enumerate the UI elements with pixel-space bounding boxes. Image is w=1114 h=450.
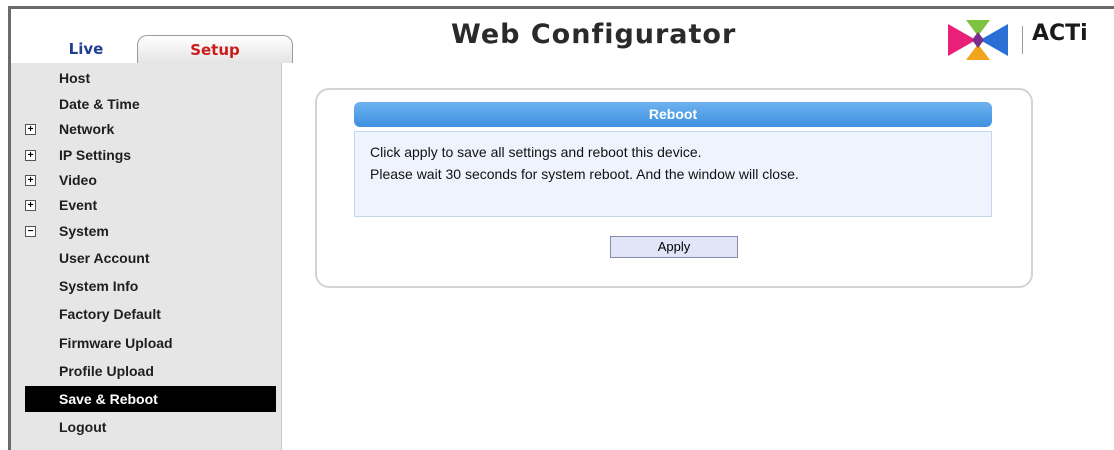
sidebar-item-label: Profile Upload	[59, 363, 154, 379]
sidebar-item-firmware-upload[interactable]: Firmware Upload	[25, 330, 276, 356]
sidebar-item-network[interactable]: + Network	[25, 116, 276, 142]
sidebar-item-factory-default[interactable]: Factory Default	[25, 301, 276, 327]
expand-plus-icon[interactable]: +	[25, 124, 36, 135]
apply-button[interactable]: Apply	[610, 236, 738, 258]
brand-logo-text: ACTi	[1032, 21, 1088, 46]
sidebar-item-video[interactable]: + Video	[25, 167, 276, 193]
sidebar-item-ip-settings[interactable]: + IP Settings	[25, 142, 276, 168]
message-box: Click apply to save all settings and reb…	[354, 131, 992, 217]
collapse-minus-icon[interactable]: −	[25, 226, 36, 237]
acti-logo-icon	[948, 20, 1008, 60]
sidebar-item-user-account[interactable]: User Account	[25, 245, 276, 271]
tab-live[interactable]: Live	[31, 35, 141, 63]
sidebar-item-host[interactable]: Host	[25, 65, 276, 91]
sidebar-item-label: Firmware Upload	[59, 335, 173, 351]
expand-plus-icon[interactable]: +	[25, 150, 36, 161]
sidebar-item-label: IP Settings	[59, 147, 132, 163]
sidebar-item-date-time[interactable]: Date & Time	[25, 91, 276, 117]
section-title-bar: Reboot	[354, 102, 992, 127]
logo-divider	[1022, 26, 1023, 54]
sidebar-item-label: Date & Time	[59, 96, 140, 112]
message-line: Please wait 30 seconds for system reboot…	[370, 166, 799, 182]
sidebar-item-event[interactable]: + Event	[25, 192, 276, 218]
sidebar-item-label: Event	[59, 197, 98, 213]
sidebar-item-save-reboot[interactable]: Save & Reboot	[25, 386, 276, 412]
tab-setup[interactable]: Setup	[137, 35, 293, 63]
message-line: Click apply to save all settings and reb…	[370, 144, 702, 160]
header: Live Setup Web Configurator ACTi	[11, 9, 1114, 63]
sidebar-item-label: Video	[59, 172, 97, 188]
sidebar-item-label: Factory Default	[59, 306, 161, 322]
sidebar-item-profile-upload[interactable]: Profile Upload	[25, 358, 276, 384]
expand-plus-icon[interactable]: +	[25, 200, 36, 211]
sidebar-item-label: System Info	[59, 278, 139, 294]
sidebar: Host Date & Time + Network + IP Settings…	[11, 63, 282, 450]
expand-plus-icon[interactable]: +	[25, 175, 36, 186]
sidebar-item-system-info[interactable]: System Info	[25, 273, 276, 299]
sidebar-item-label: Logout	[59, 419, 107, 435]
sidebar-item-label: Network	[59, 121, 115, 137]
sidebar-item-label: Save & Reboot	[59, 391, 158, 407]
page-title: Web Configurator	[451, 19, 737, 50]
sidebar-item-label: System	[59, 223, 109, 239]
sidebar-item-system[interactable]: − System	[25, 218, 276, 244]
sidebar-item-logout[interactable]: Logout	[25, 414, 276, 440]
sidebar-item-label: Host	[59, 70, 91, 86]
sidebar-item-label: User Account	[59, 250, 150, 266]
